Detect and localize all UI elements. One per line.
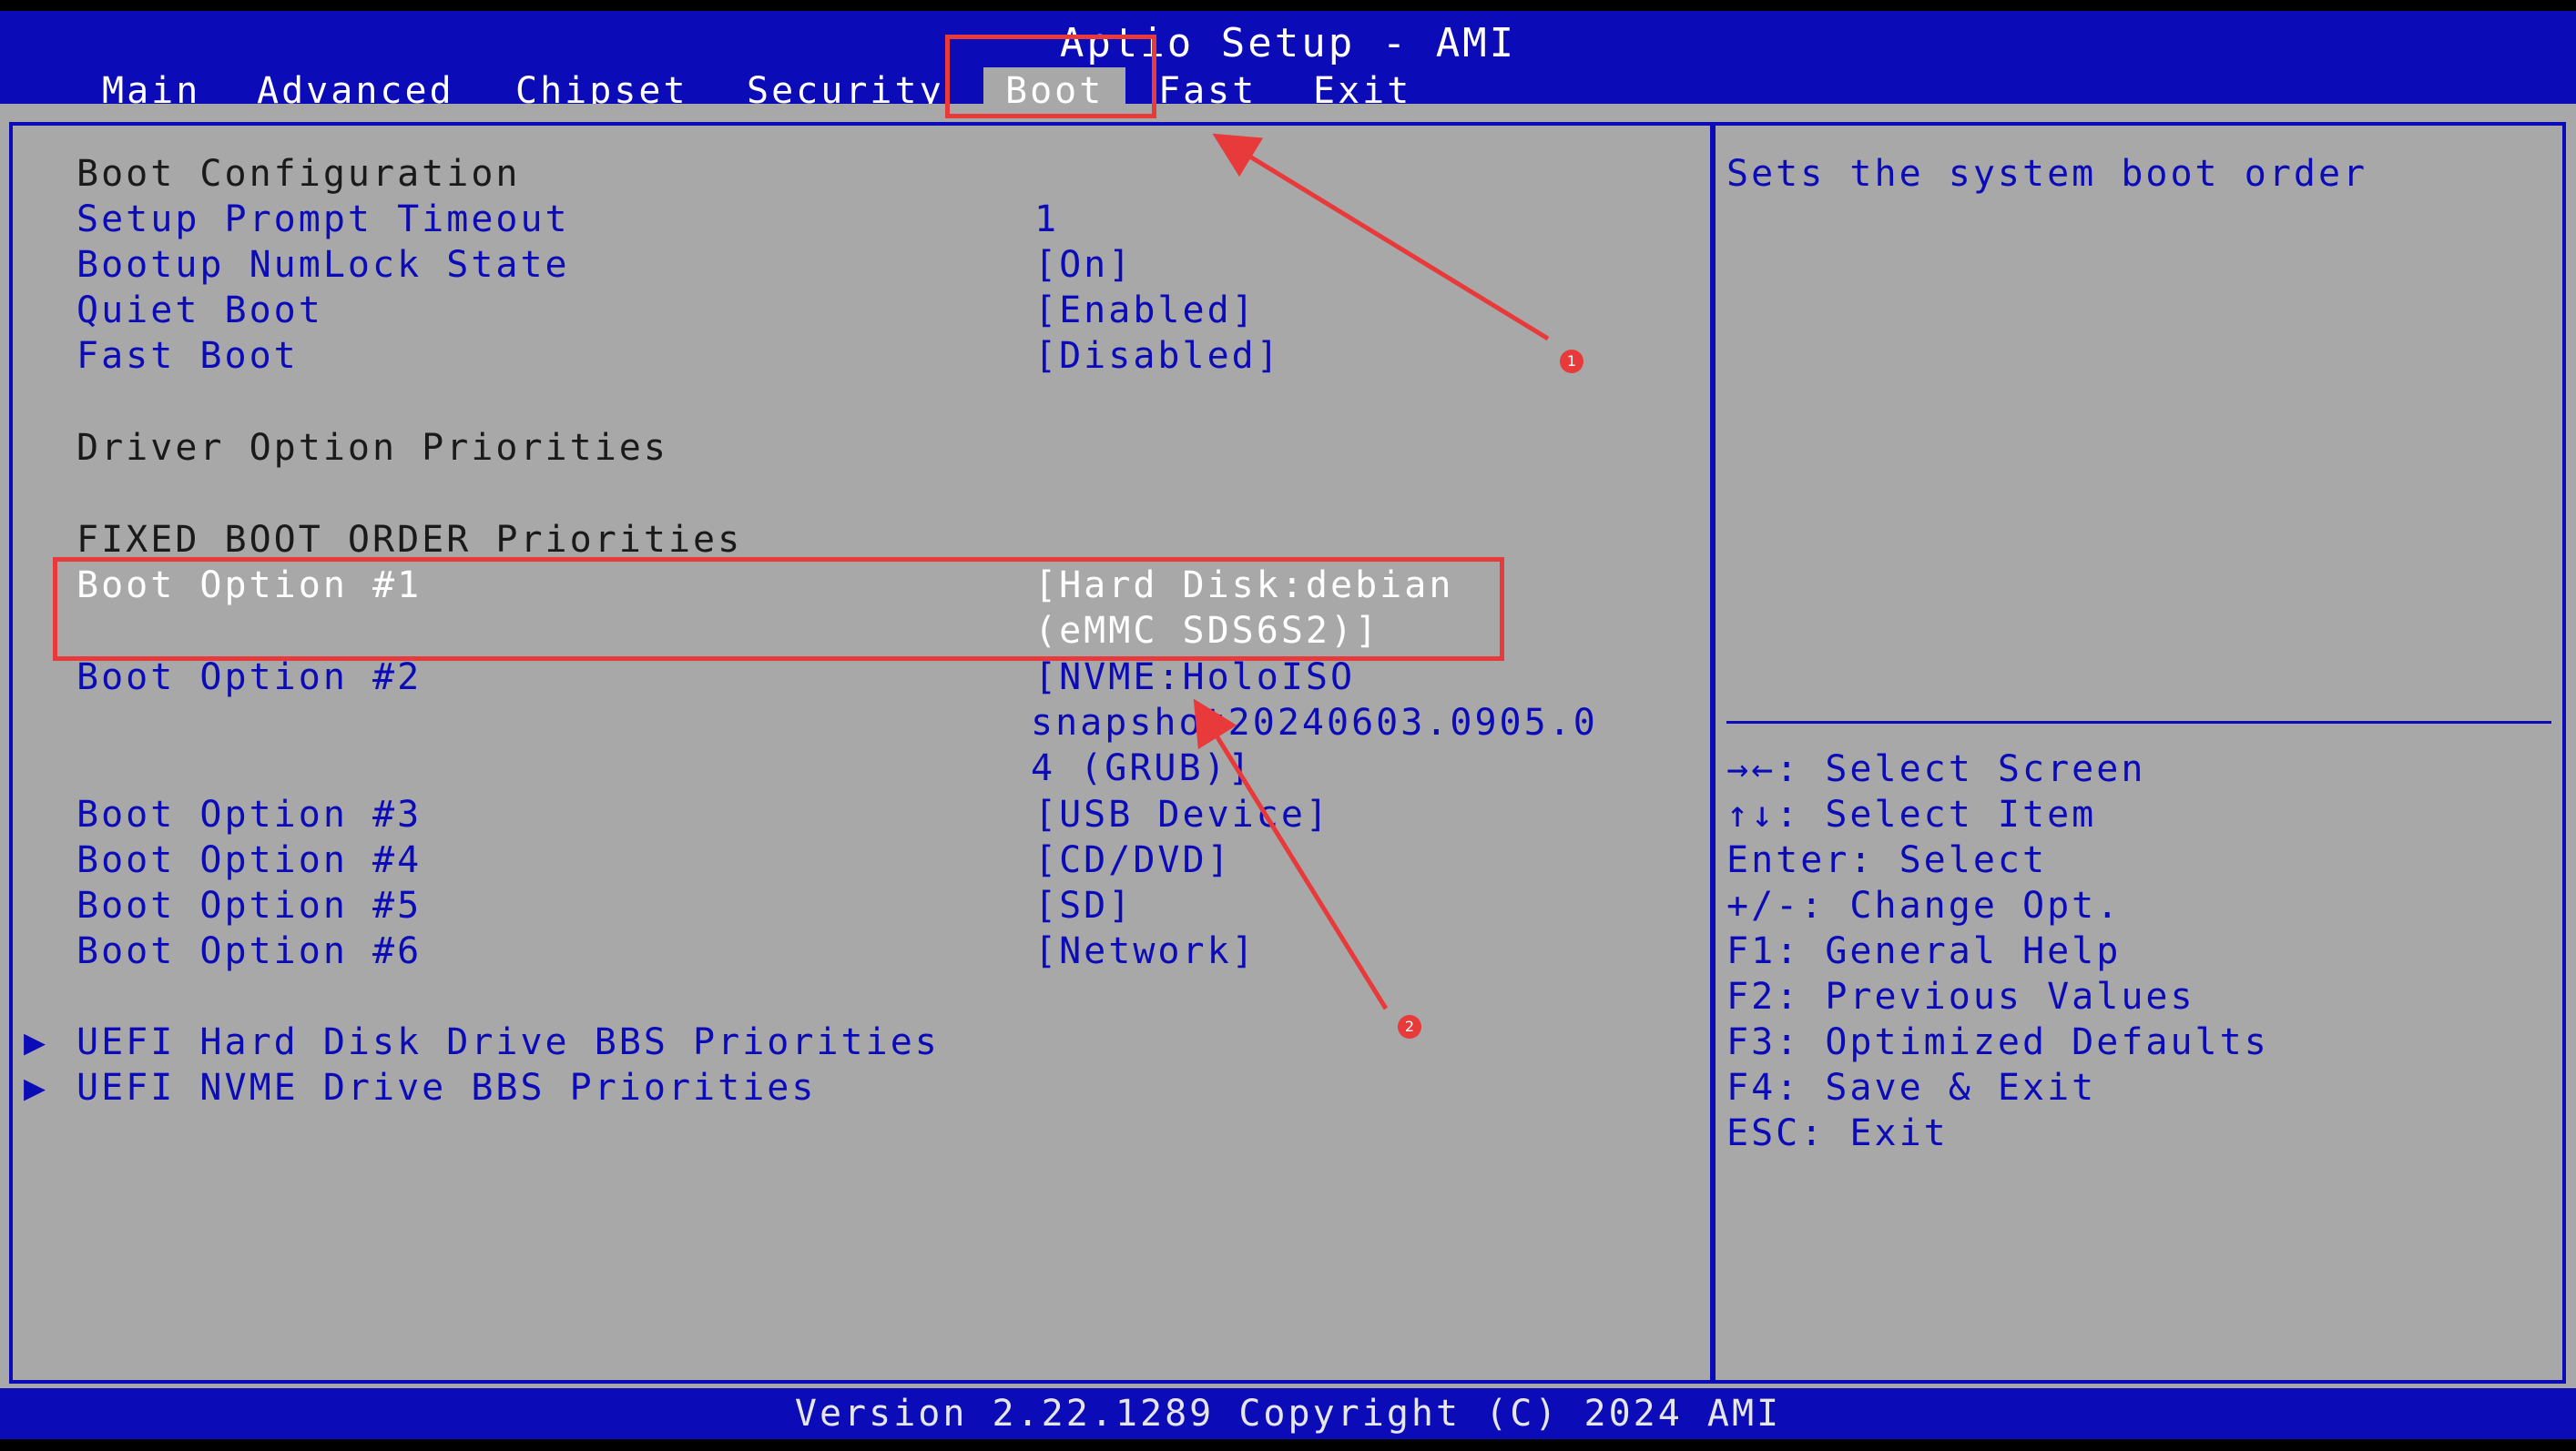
- annotation-badge-1: 1: [1560, 350, 1583, 373]
- annotation-arrow-1: [1212, 133, 1550, 341]
- annotation-arrows: [1193, 133, 1550, 1010]
- annotation-badge-2: 2: [1398, 1015, 1421, 1039]
- annotation-arrow-2: [1193, 698, 1389, 1010]
